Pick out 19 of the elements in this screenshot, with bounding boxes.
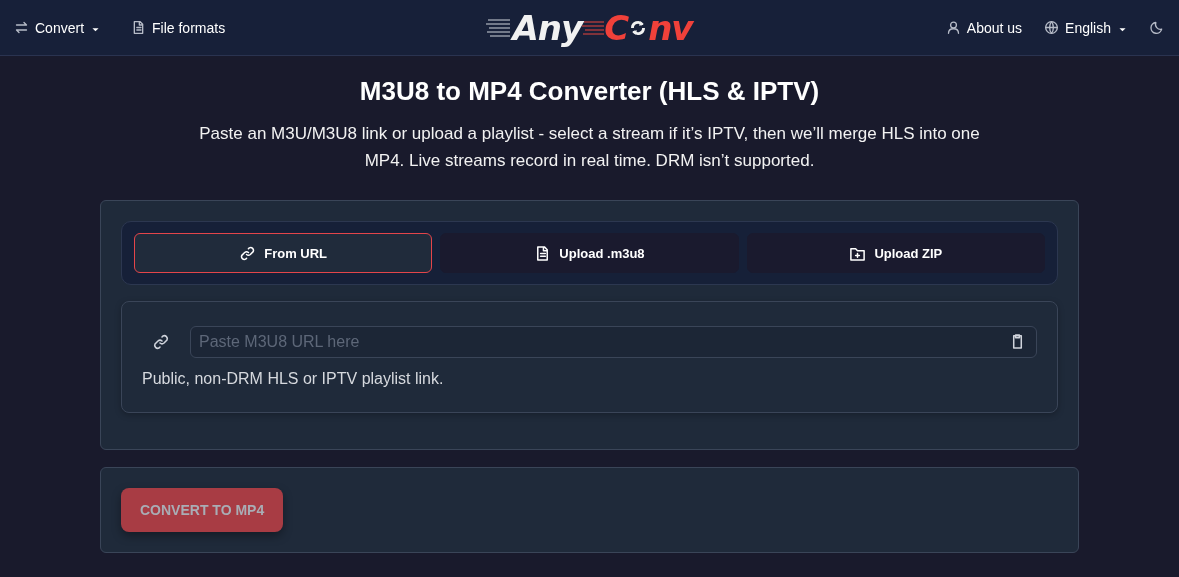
url-input-field[interactable]: Paste M3U8 URL here (190, 326, 1037, 358)
logo[interactable]: Any C nv (486, 7, 693, 48)
nav-dropdown[interactable]: English (1044, 19, 1128, 36)
hint-text: Public, non-DRM HLS or IPTV playlist link. (142, 370, 445, 388)
tab[interactable]: From URL (134, 233, 433, 273)
page-title: M3U8 to MP4 Converter (HLS & IPTV) (359, 76, 820, 107)
link-icon (239, 244, 257, 262)
globe-icon (1044, 20, 1060, 35)
user-icon (945, 20, 961, 35)
moon-icon (1150, 20, 1165, 35)
intro-text: Paste an M3U/M3U8 link or upload a playlist - select a stream if it’s IPTV, then we’ll merge HLS into one MP4. Live streams record in real time. DRM isn’t supported. (198, 123, 981, 172)
tab[interactable]: Upload ZIP (746, 233, 1045, 273)
tab[interactable]: Upload .m3u8 (440, 233, 739, 273)
swap-arrows-icon (14, 20, 29, 35)
theme-toggle[interactable] (1150, 20, 1165, 35)
link-icon (152, 333, 170, 351)
nav-dropdown[interactable]: Convert (14, 19, 102, 36)
nav-link[interactable]: About us (945, 19, 1023, 36)
nav-link[interactable]: File formats (131, 19, 226, 36)
